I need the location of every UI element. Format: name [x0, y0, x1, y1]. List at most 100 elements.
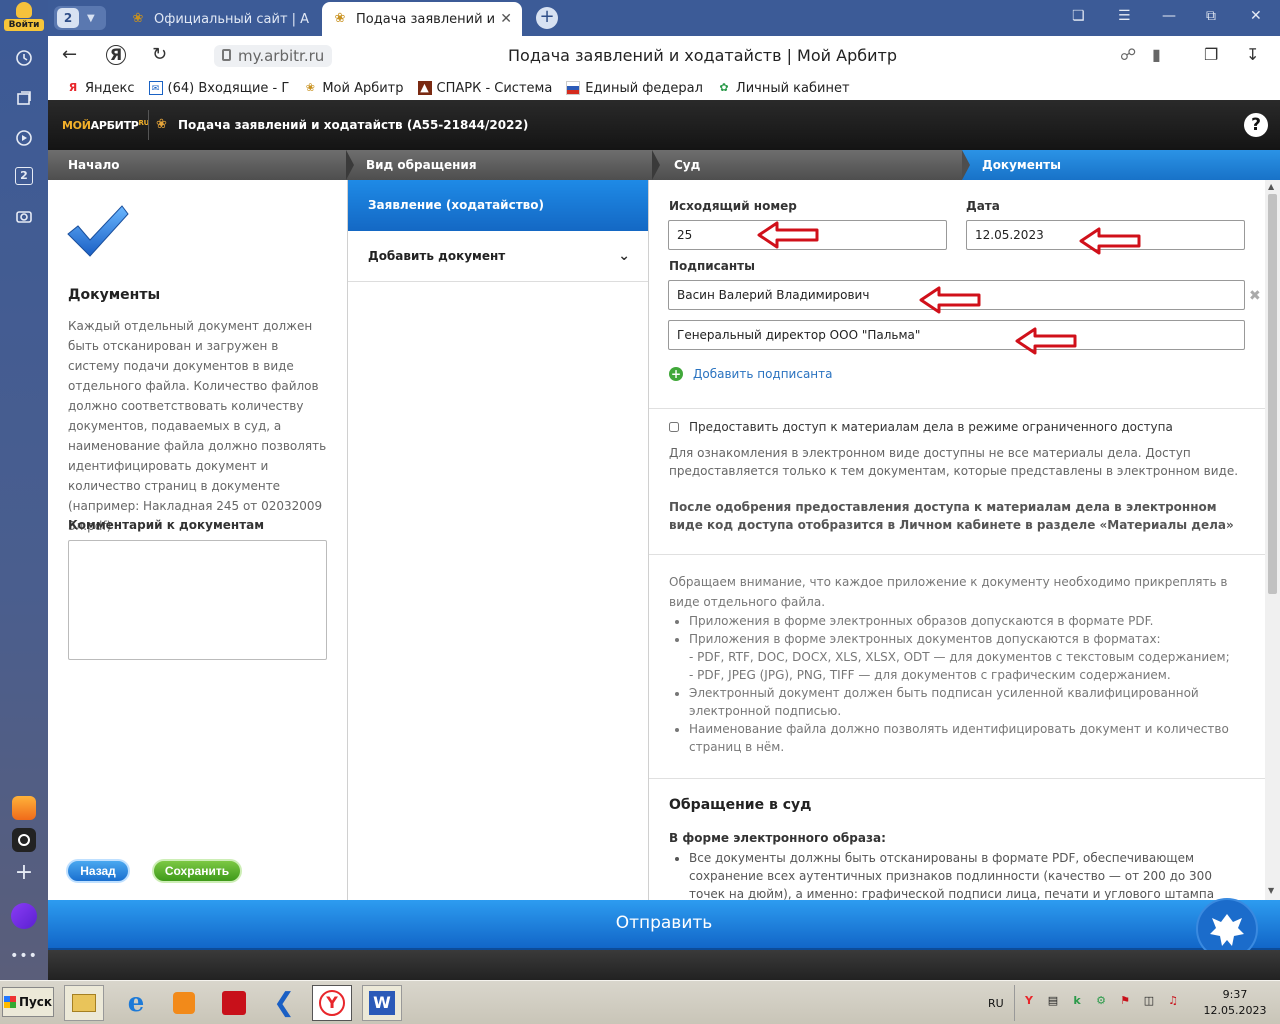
download-icon[interactable]: ↧: [1246, 45, 1259, 64]
bookmarks-panel-icon[interactable]: ❏: [1072, 8, 1085, 24]
history-icon[interactable]: [8, 42, 40, 74]
clock-date: 12.05.2023: [1203, 1004, 1267, 1017]
mail-app-icon[interactable]: [8, 792, 40, 824]
acrobat-icon[interactable]: [214, 985, 254, 1021]
bookmark-label: Мой Арбитр: [322, 80, 404, 96]
kaspersky-tray-icon[interactable]: k: [1070, 994, 1084, 1008]
security-tray-icon[interactable]: ⚙: [1094, 994, 1108, 1008]
display-tray-icon[interactable]: ◫: [1142, 994, 1156, 1008]
outgoing-number-label: Исходящий номер: [669, 199, 797, 213]
restricted-access-option[interactable]: Предоставить доступ к материалам дела в …: [669, 420, 1173, 434]
sidebar-badge[interactable]: 2: [8, 160, 40, 192]
access-note: Для ознакомления в электронном виде дост…: [669, 446, 1239, 478]
taskbar-clock[interactable]: 9:37 12.05.2023: [1190, 987, 1280, 1019]
volume-tray-icon[interactable]: ♫: [1166, 994, 1180, 1008]
close-window-icon[interactable]: ✕: [1250, 8, 1262, 24]
video-icon[interactable]: [8, 122, 40, 154]
signers-label: Подписанты: [669, 259, 755, 273]
plus-circle-icon: +: [669, 367, 683, 381]
lock-icon: [222, 49, 231, 61]
step-court[interactable]: Суд: [674, 150, 700, 180]
signer-position-input[interactable]: [668, 320, 1245, 350]
add-panel-icon[interactable]: +: [8, 856, 40, 888]
new-tab-button[interactable]: +: [536, 7, 558, 29]
remove-signer-icon[interactable]: ✖: [1249, 288, 1261, 304]
court-heading: Обращение в суд: [669, 797, 812, 813]
left-panel: Документы Каждый отдельный документ долж…: [48, 180, 348, 900]
section-divider: [649, 778, 1265, 779]
word-icon[interactable]: W: [362, 985, 402, 1021]
bookmark-yandex[interactable]: Я Яндекс: [66, 81, 135, 96]
camera-icon[interactable]: [8, 200, 40, 232]
explorer-icon[interactable]: [64, 985, 104, 1021]
alice-station-icon[interactable]: [8, 824, 40, 856]
tray-lang[interactable]: RU: [988, 985, 1004, 1021]
ie-icon[interactable]: e: [116, 985, 156, 1021]
scrollbar[interactable]: ▲ ▼: [1265, 180, 1280, 900]
tab-official-site[interactable]: ❀ Официальный сайт | Арбитр: [120, 2, 320, 36]
url-field[interactable]: my.arbitr.ru: [214, 45, 333, 67]
collections-icon[interactable]: [8, 82, 40, 114]
yandex-browser-taskbar-icon[interactable]: Y: [312, 985, 352, 1021]
close-tab-icon[interactable]: ✕: [500, 11, 512, 27]
add-document-button[interactable]: Добавить документ ⌄: [348, 231, 648, 282]
shield-tray-icon[interactable]: ⚑: [1118, 994, 1132, 1008]
bookmark-arbitr[interactable]: ❀ Мой Арбитр: [303, 80, 404, 96]
windows-flag-icon: [3, 996, 16, 1008]
alice-icon[interactable]: [8, 900, 40, 932]
restricted-access-checkbox[interactable]: [669, 422, 679, 432]
taskbar: Пуск e ❮ Y W RU Y ▤ k ⚙ ⚑ ◫ ♫ 9:37 12.05…: [0, 980, 1280, 1024]
bookmark-label: Яндекс: [85, 80, 135, 96]
document-item-application[interactable]: Заявление (ходатайство): [348, 180, 648, 231]
menu-icon[interactable]: ☰: [1118, 8, 1131, 24]
tray-divider: [1014, 985, 1015, 1021]
minimize-icon[interactable]: —: [1162, 8, 1176, 24]
protect-icon[interactable]: ☍: [1120, 45, 1136, 64]
login-button[interactable]: Войти: [4, 2, 44, 34]
header-title: Подача заявлений и ходатайств (А55-21844…: [178, 118, 529, 132]
more-icon[interactable]: •••: [8, 940, 40, 972]
save-button[interactable]: Сохранить: [152, 859, 242, 883]
logo-moi: МОЙ: [62, 119, 91, 132]
reload-icon[interactable]: ↻: [152, 44, 167, 65]
comment-textarea[interactable]: [68, 540, 327, 660]
tab-filing[interactable]: ❀ Подача заявлений и ходатайств ✕: [322, 2, 522, 36]
help-button[interactable]: ?: [1244, 113, 1268, 137]
bookmark-fed[interactable]: Единый федерал: [566, 81, 703, 96]
restore-icon[interactable]: ⧉: [1206, 8, 1216, 24]
documents-description: Каждый отдельный документ должен быть от…: [68, 319, 327, 533]
step-start[interactable]: Начало: [68, 150, 120, 180]
arbitr-favicon-icon: ❀: [334, 11, 346, 26]
scroll-thumb[interactable]: [1268, 194, 1277, 594]
media-player-icon[interactable]: [164, 985, 204, 1021]
reader-icon[interactable]: ❐: [1204, 45, 1218, 64]
step-documents[interactable]: Документы: [962, 150, 1280, 180]
logo-arbitr: АРБИТР: [90, 119, 139, 132]
send-button[interactable]: Отправить: [48, 900, 1280, 950]
bookmark-mail[interactable]: ✉ (64) Входящие - Г: [148, 81, 289, 96]
start-label: Пуск: [18, 995, 53, 1009]
start-button[interactable]: Пуск: [2, 987, 54, 1017]
add-signer-link[interactable]: + Добавить подписанта: [669, 367, 833, 381]
red-arrow-icon: [1079, 227, 1141, 255]
yandex-logo-icon[interactable]: Я: [106, 45, 126, 65]
bookmark-spark[interactable]: ▲ СПАРК - Система: [417, 81, 552, 96]
step-request-type[interactable]: Вид обращения: [366, 150, 477, 180]
comment-label: Комментарий к документам: [68, 518, 265, 532]
moi-arbitr-logo[interactable]: МОЙАРБИТРRU: [62, 119, 149, 132]
yandex-tray-icon[interactable]: Y: [1022, 994, 1036, 1008]
rule-item: Приложения в форме электронных образов д…: [689, 612, 1249, 630]
attention-text: Обращаем внимание, что каждое приложение…: [669, 575, 1228, 609]
scroll-up-icon[interactable]: ▲: [1268, 182, 1274, 191]
back-arrow-icon[interactable]: ←: [62, 44, 77, 65]
chevron-down-icon: ⌄: [618, 248, 630, 264]
filing-icon: ❀: [156, 117, 167, 132]
network-tray-icon[interactable]: ▤: [1046, 994, 1060, 1008]
back-button[interactable]: Назад: [66, 859, 130, 883]
bookmark-icon[interactable]: ▮: [1152, 45, 1161, 64]
section-divider: [649, 408, 1265, 409]
tab-counter-button[interactable]: 2 ▼: [54, 6, 106, 30]
bookmark-cabinet[interactable]: ✿ Личный кабинет: [717, 81, 849, 96]
scroll-down-icon[interactable]: ▼: [1268, 886, 1274, 895]
browser-k-icon[interactable]: ❮: [264, 985, 304, 1021]
